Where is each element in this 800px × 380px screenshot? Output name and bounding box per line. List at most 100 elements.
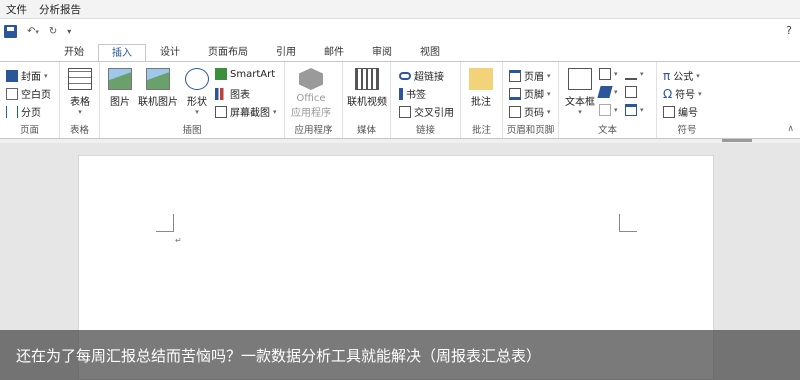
table-icon	[68, 68, 92, 90]
signature-line-icon	[625, 68, 637, 80]
group-pages: 封面 ▾ 空白页 分页 页面	[0, 62, 60, 138]
tab-page-layout[interactable]: 页面布局	[194, 43, 262, 61]
ribbon-tabs: 开始 插入 设计 页面布局 引用 邮件 审阅 视图	[0, 43, 800, 62]
smartart-button[interactable]: SmartArt	[215, 68, 275, 80]
blank-page-button[interactable]: 空白页	[6, 86, 51, 101]
group-label-table: 表格	[69, 125, 89, 136]
online-video-button[interactable]: 联机视频	[347, 68, 387, 108]
group-label-header-footer: 页眉和页脚	[506, 125, 555, 136]
cover-page-icon	[6, 69, 18, 82]
omega-icon: Ω	[663, 86, 673, 101]
group-illustrations: 图片 联机图片 形状 ▾ SmartArt 图表 屏幕截图 ▾ 插图	[100, 62, 285, 138]
redo-icon[interactable]: ↻	[49, 26, 57, 37]
group-symbols: π 公式 ▾ Ω 符号 ▾ 编号 符号	[657, 62, 717, 138]
footer-button[interactable]: 页脚 ▾	[509, 86, 551, 101]
header-button[interactable]: 页眉 ▾	[509, 68, 551, 83]
cross-reference-button[interactable]: 交叉引用	[399, 104, 454, 119]
cross-reference-icon	[399, 105, 411, 118]
drop-cap-icon	[599, 104, 611, 116]
group-header-footer: 页眉 ▾ 页脚 ▾ 页码 ▾ 页眉和页脚	[503, 62, 559, 138]
bookmark-button[interactable]: 书签	[399, 86, 426, 101]
textbox-button[interactable]: 文本框 ▾	[565, 68, 595, 116]
menu-file[interactable]: 文件	[6, 2, 27, 17]
group-comments: 批注 批注	[461, 62, 503, 138]
group-text: 文本框 ▾ ▾ ▾ ▾ ▾ ▾ 文本	[559, 62, 657, 138]
tab-home[interactable]: 开始	[50, 43, 98, 61]
tab-design[interactable]: 设计	[146, 43, 194, 61]
quick-parts-icon	[599, 68, 611, 80]
group-media: 联机视频 媒体	[343, 62, 391, 138]
wordart-button[interactable]: ▾	[597, 86, 618, 98]
page-break-icon	[6, 105, 18, 118]
quick-parts-button[interactable]: ▾	[599, 68, 618, 80]
group-apps: Office 应用程序 应用程序	[285, 62, 343, 138]
menu-bar: 文件 分析报告	[0, 0, 800, 19]
date-time-icon	[625, 86, 637, 98]
caption-text: 还在为了每周汇报总结而苦恼吗？一款数据分析工具就能解决（周报表汇总表）	[16, 346, 542, 365]
chart-icon	[215, 87, 227, 100]
tab-view[interactable]: 视图	[406, 43, 454, 61]
tab-mailings[interactable]: 邮件	[310, 43, 358, 61]
collapse-ribbon-icon[interactable]: ∧	[787, 124, 794, 134]
tab-references[interactable]: 引用	[262, 43, 310, 61]
office-apps-icon	[299, 68, 323, 90]
wordart-icon	[597, 86, 613, 98]
signature-line-button[interactable]: ▾	[625, 68, 644, 80]
screenshot-button[interactable]: 屏幕截图 ▾	[215, 104, 277, 119]
undo-icon[interactable]: ↶▾	[27, 26, 39, 37]
office-apps-button[interactable]: Office 应用程序	[291, 68, 331, 119]
online-video-icon	[355, 68, 379, 90]
group-label-illustrations: 插图	[182, 125, 202, 136]
menu-analysis-report[interactable]: 分析报告	[39, 2, 81, 17]
help-icon[interactable]: ?	[786, 24, 792, 37]
page-break-button[interactable]: 分页	[6, 104, 41, 119]
tab-insert[interactable]: 插入	[98, 44, 146, 62]
picture-button[interactable]: 图片	[108, 68, 132, 108]
group-label-pages: 页面	[19, 125, 39, 136]
group-label-comments: 批注	[471, 125, 491, 136]
save-icon[interactable]	[4, 24, 17, 38]
header-icon	[509, 69, 521, 82]
symbol-button[interactable]: Ω 符号 ▾	[663, 86, 702, 102]
tab-review[interactable]: 审阅	[358, 43, 406, 61]
hyperlink-button[interactable]: 超链接	[399, 68, 444, 83]
equation-button[interactable]: π 公式 ▾	[663, 68, 700, 84]
number-button[interactable]: 编号	[663, 104, 698, 119]
online-picture-button[interactable]: 联机图片	[138, 68, 178, 108]
group-label-symbols: 符号	[677, 125, 697, 136]
group-table: 表格 ▾ 表格	[60, 62, 100, 138]
number-icon	[663, 105, 675, 118]
group-links: 超链接 书签 交叉引用 链接	[391, 62, 461, 138]
group-label-text: 文本	[597, 125, 617, 136]
bookmark-icon	[399, 87, 403, 100]
blank-page-icon	[6, 87, 18, 100]
drop-cap-button[interactable]: ▾	[599, 104, 618, 116]
online-picture-icon	[146, 68, 170, 90]
picture-icon	[108, 68, 132, 90]
page-number-button[interactable]: 页码 ▾	[509, 104, 551, 119]
page-number-icon	[509, 105, 521, 118]
paragraph-mark: ↵	[175, 236, 182, 245]
object-icon	[625, 104, 637, 116]
comment-button[interactable]: 批注	[469, 68, 493, 108]
margin-corner-top-right	[619, 214, 637, 232]
cover-page-button[interactable]: 封面 ▾	[6, 68, 48, 83]
customize-qat-icon[interactable]: ▾	[67, 27, 71, 36]
group-label-media: 媒体	[356, 125, 376, 136]
screenshot-icon	[215, 105, 227, 118]
ruler-indicator	[722, 139, 752, 142]
caption-banner: 还在为了每周汇报总结而苦恼吗？一款数据分析工具就能解决（周报表汇总表）	[0, 330, 800, 380]
hyperlink-icon	[399, 71, 411, 80]
ribbon: 封面 ▾ 空白页 分页 页面 表格 ▾ 表格 图片 联机图片 形状 ▾ Smar…	[0, 61, 800, 139]
smartart-icon	[215, 68, 227, 80]
textbox-icon	[568, 68, 592, 90]
comment-icon	[469, 68, 493, 90]
shapes-button[interactable]: 形状 ▾	[185, 68, 209, 116]
shapes-icon	[185, 68, 209, 90]
chart-button[interactable]: 图表	[215, 86, 250, 101]
quick-access-toolbar: ↶▾ ↻ ▾ ?	[0, 19, 800, 43]
group-label-links: 链接	[415, 125, 435, 136]
date-time-button[interactable]	[625, 86, 637, 98]
table-button[interactable]: 表格 ▾	[68, 68, 92, 116]
object-button[interactable]: ▾	[625, 104, 644, 116]
